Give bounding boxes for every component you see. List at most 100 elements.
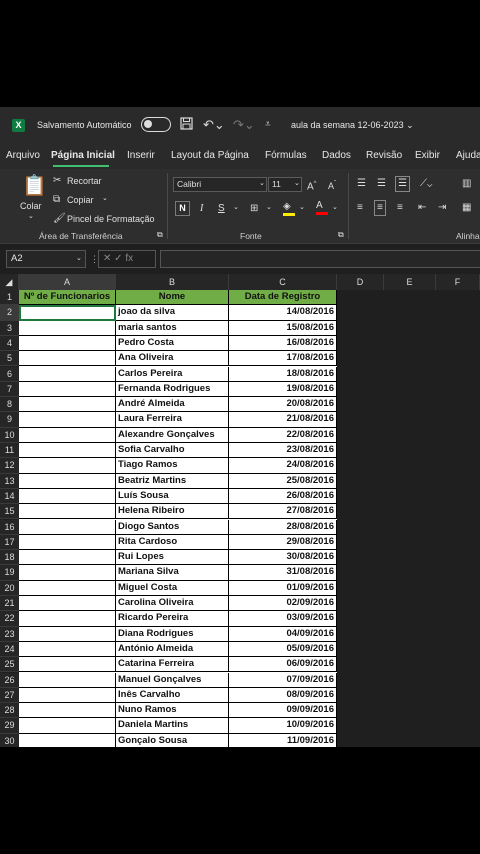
row-header[interactable]: 10 [0, 427, 19, 443]
font-color-icon[interactable]: A [316, 200, 328, 215]
tab-revisao[interactable]: Revisão [366, 150, 402, 161]
table-cell[interactable] [19, 320, 116, 336]
table-cell[interactable]: 17/08/2016 [229, 351, 337, 367]
tab-arquivo[interactable]: Arquivo [6, 150, 40, 161]
row-header[interactable]: 20 [0, 580, 19, 596]
table-cell[interactable]: 18/08/2016 [229, 366, 337, 382]
column-header-c[interactable]: C [229, 274, 337, 290]
table-cell[interactable] [19, 519, 116, 535]
undo-icon[interactable]: ↶⌄ [203, 117, 225, 133]
table-cell[interactable]: Ana Oliveira [116, 351, 229, 367]
table-cell[interactable] [19, 687, 116, 704]
row-header[interactable]: 11 [0, 443, 19, 459]
tab-dados[interactable]: Dados [322, 150, 351, 161]
select-all-corner[interactable]: ◢ [0, 274, 19, 290]
table-cell[interactable]: 28/08/2016 [229, 519, 337, 535]
table-cell[interactable]: 19/08/2016 [229, 381, 337, 398]
tab-layout-da-pagina[interactable]: Layout da Página [171, 150, 249, 161]
table-cell[interactable] [19, 550, 116, 566]
table-cell[interactable]: 15/08/2016 [229, 320, 337, 336]
customize-toolbar-icon[interactable]: ⩡ [265, 117, 271, 133]
row-header[interactable]: 12 [0, 458, 19, 474]
row-header[interactable]: 30 [0, 733, 19, 747]
row-header[interactable]: 25 [0, 657, 19, 673]
orientation-icon[interactable]: ⟋⌄ [420, 178, 432, 190]
table-cell[interactable] [19, 335, 116, 352]
table-cell[interactable] [19, 473, 116, 489]
format-painter-icon[interactable]: 🖌 [53, 213, 66, 225]
table-cell[interactable]: 20/08/2016 [229, 397, 337, 413]
format-painter-button[interactable]: Pincel de Formatação [67, 214, 155, 224]
table-cell[interactable]: 27/08/2016 [229, 504, 337, 520]
row-header[interactable]: 9 [0, 412, 19, 428]
copy-icon[interactable]: ⧉ [53, 194, 60, 206]
table-cell[interactable]: Fernanda Rodrigues [116, 381, 229, 398]
row-header[interactable]: 7 [0, 381, 19, 398]
document-title[interactable]: aula da semana 12-06-2023 ⌄ [291, 120, 414, 131]
table-cell[interactable]: 30/08/2016 [229, 550, 337, 566]
row-header[interactable]: 14 [0, 488, 19, 505]
table-cell[interactable] [19, 641, 116, 658]
row-header[interactable]: 1 [0, 290, 19, 306]
table-cell[interactable]: Beatriz Martins [116, 473, 229, 489]
table-cell[interactable] [19, 565, 116, 581]
formula-buttons[interactable]: ✕ ✓ fx [98, 250, 156, 268]
name-box[interactable]: A2 [6, 250, 86, 268]
decrease-font-icon[interactable]: Aˇ [328, 178, 336, 192]
row-header[interactable]: 26 [0, 672, 19, 688]
table-cell[interactable]: maria santos [116, 320, 229, 336]
table-cell[interactable] [19, 488, 116, 505]
font-launcher-icon[interactable]: ⧉ [338, 230, 344, 240]
table-cell[interactable]: 01/09/2016 [229, 580, 337, 596]
table-cell[interactable] [19, 626, 116, 642]
table-cell[interactable] [19, 443, 116, 459]
font-name-select[interactable]: Calibri [173, 177, 267, 192]
table-cell[interactable] [19, 366, 116, 382]
align-center-icon[interactable]: ≡ [374, 200, 386, 216]
paste-icon[interactable]: 📋 [22, 175, 47, 197]
underline-dropdown-icon[interactable]: ⌄ [233, 203, 239, 211]
redo-icon[interactable]: ↷⌄ [233, 117, 255, 133]
table-cell[interactable] [19, 703, 116, 719]
row-header[interactable]: 3 [0, 320, 19, 336]
table-cell[interactable] [19, 596, 116, 612]
table-cell[interactable]: André Almeida [116, 397, 229, 413]
table-cell[interactable]: 21/08/2016 [229, 412, 337, 428]
table-cell[interactable]: Laura Ferreira [116, 412, 229, 428]
column-header-a[interactable]: A [19, 274, 116, 290]
table-cell[interactable] [19, 351, 116, 367]
table-cell[interactable]: 25/08/2016 [229, 473, 337, 489]
row-header[interactable]: 23 [0, 626, 19, 642]
table-cell[interactable]: Carlos Pereira [116, 366, 229, 382]
row-header[interactable]: 16 [0, 519, 19, 535]
formula-input[interactable] [160, 250, 480, 268]
table-cell[interactable]: 22/08/2016 [229, 427, 337, 443]
wrap-text-icon[interactable]: ▥ [462, 178, 471, 190]
column-header-d[interactable]: D [337, 274, 384, 290]
table-cell[interactable] [19, 657, 116, 673]
tab-pagina-inicial[interactable]: Página Inicial [51, 150, 115, 161]
tab-ajuda[interactable]: Ajuda [456, 150, 480, 161]
paste-dropdown-icon[interactable]: ⌄ [28, 212, 34, 220]
table-cell[interactable]: 02/09/2016 [229, 596, 337, 612]
table-cell[interactable]: Tiago Ramos [116, 458, 229, 474]
table-cell[interactable]: Alexandre Gonçalves [116, 427, 229, 443]
row-header[interactable]: 5 [0, 351, 19, 367]
name-box-dropdown-icon[interactable]: ⌄ [76, 254, 82, 262]
table-cell[interactable] [19, 458, 116, 474]
row-header[interactable]: 2 [0, 305, 19, 321]
clipboard-launcher-icon[interactable]: ⧉ [157, 230, 163, 240]
table-cell[interactable]: joao da silva [116, 305, 229, 321]
table-cell[interactable]: Carolina Oliveira [116, 596, 229, 612]
table-cell[interactable]: Daniela Martins [116, 718, 229, 734]
borders-dropdown-icon[interactable]: ⌄ [266, 203, 272, 211]
row-header[interactable]: 28 [0, 703, 19, 719]
borders-icon[interactable]: ⊞ [250, 203, 258, 215]
table-cell[interactable]: Rita Cardoso [116, 534, 229, 551]
header-cell[interactable]: Nº de Funcionarios [19, 290, 116, 306]
table-cell[interactable]: 31/08/2016 [229, 565, 337, 581]
table-cell[interactable]: Pedro Costa [116, 335, 229, 352]
table-cell[interactable] [19, 305, 116, 321]
table-cell[interactable] [19, 534, 116, 551]
table-cell[interactable]: Mariana Silva [116, 565, 229, 581]
